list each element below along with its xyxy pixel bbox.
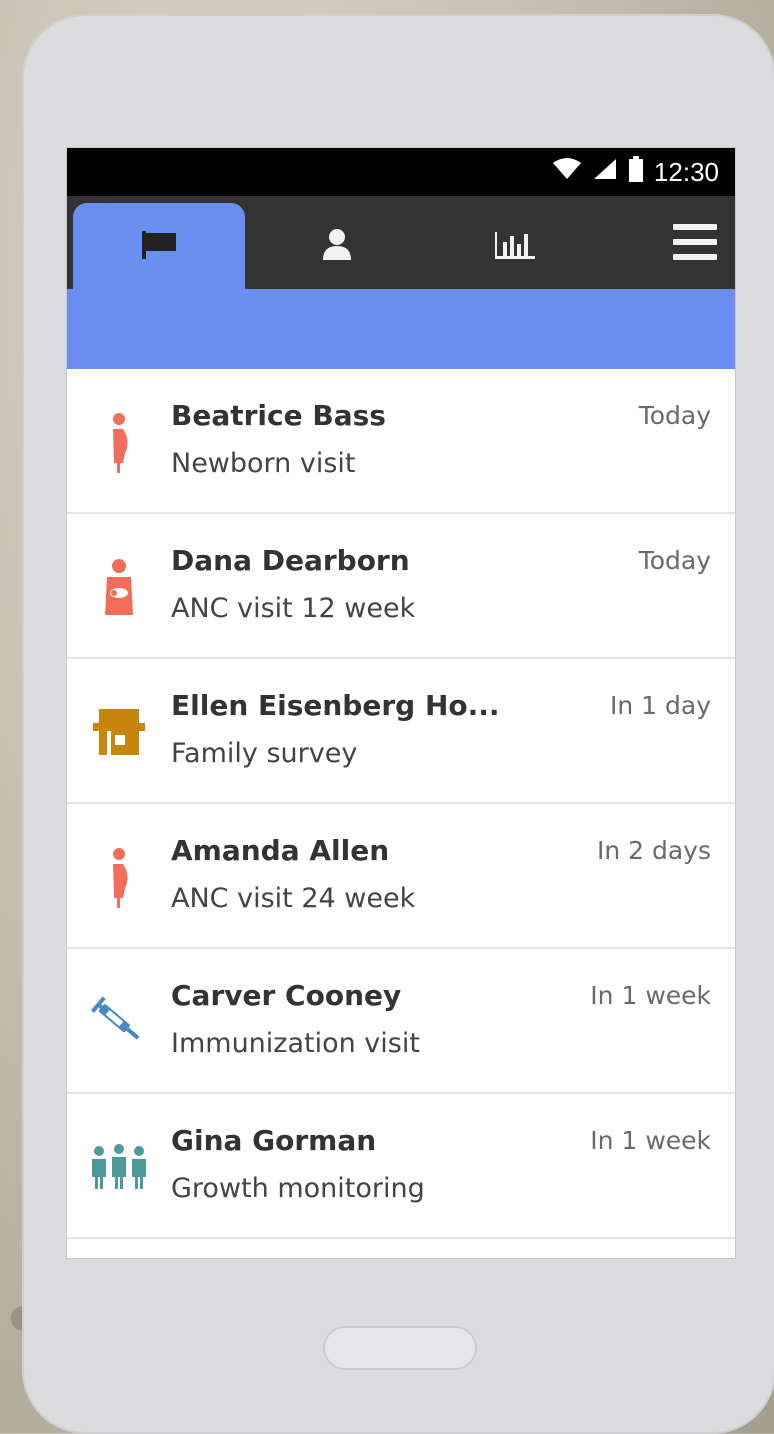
task-row[interactable]: Ellen Eisenberg Ho... Family survey In 1… — [67, 659, 735, 804]
pregnant-woman-icon — [67, 369, 171, 514]
tab-tasks[interactable] — [73, 203, 245, 289]
task-type: ANC visit 24 week — [171, 883, 416, 914]
due-date: In 1 day — [609, 691, 711, 720]
task-type: ANC visit 12 week — [171, 593, 416, 624]
flag-icon — [140, 229, 178, 263]
due-date: In 1 week — [590, 1126, 711, 1155]
task-type: Newborn visit — [171, 448, 356, 479]
task-row[interactable]: Carver Cooney Immunization visit In 1 we… — [67, 949, 735, 1094]
due-date: Today — [638, 401, 711, 430]
pregnant-woman-icon — [67, 804, 171, 949]
task-row[interactable]: Dana Dearborn ANC visit 12 week Today — [67, 514, 735, 659]
task-type: Family survey — [171, 738, 358, 769]
due-date: In 2 days — [596, 836, 711, 865]
signal-icon — [592, 157, 618, 188]
status-time: 12:30 — [653, 156, 719, 187]
syringe-icon — [67, 949, 171, 1094]
wifi-icon — [552, 157, 582, 188]
task-row[interactable]: Amanda Allen ANC visit 24 week In 2 days — [67, 804, 735, 949]
mother-baby-icon — [67, 514, 171, 659]
task-type: Growth monitoring — [171, 1173, 425, 1204]
due-date: Today — [638, 546, 711, 575]
hamburger-menu-icon[interactable] — [673, 220, 717, 264]
task-list: Beatrice Bass Newborn visit Today Dana D… — [67, 369, 735, 1239]
tab-bar — [67, 196, 735, 289]
task-row[interactable]: Beatrice Bass Newborn visit Today — [67, 369, 735, 514]
task-row[interactable]: Gina Gorman Growth monitoring In 1 week — [67, 1094, 735, 1239]
battery-icon — [628, 155, 644, 189]
task-type: Immunization visit — [171, 1028, 420, 1059]
home-button[interactable] — [323, 1326, 477, 1370]
tasks-header — [67, 289, 735, 369]
phone-screen: 12:30 Beatrice Bass Newborn visit Today … — [67, 148, 735, 1258]
tab-people[interactable] — [251, 203, 423, 289]
household-icon — [67, 659, 171, 804]
tab-analytics[interactable] — [429, 203, 601, 289]
analytics-icon — [493, 228, 537, 264]
family-group-icon — [67, 1094, 171, 1239]
person-icon — [320, 227, 354, 265]
due-date: In 1 week — [590, 981, 711, 1010]
status-bar: 12:30 — [67, 148, 735, 196]
